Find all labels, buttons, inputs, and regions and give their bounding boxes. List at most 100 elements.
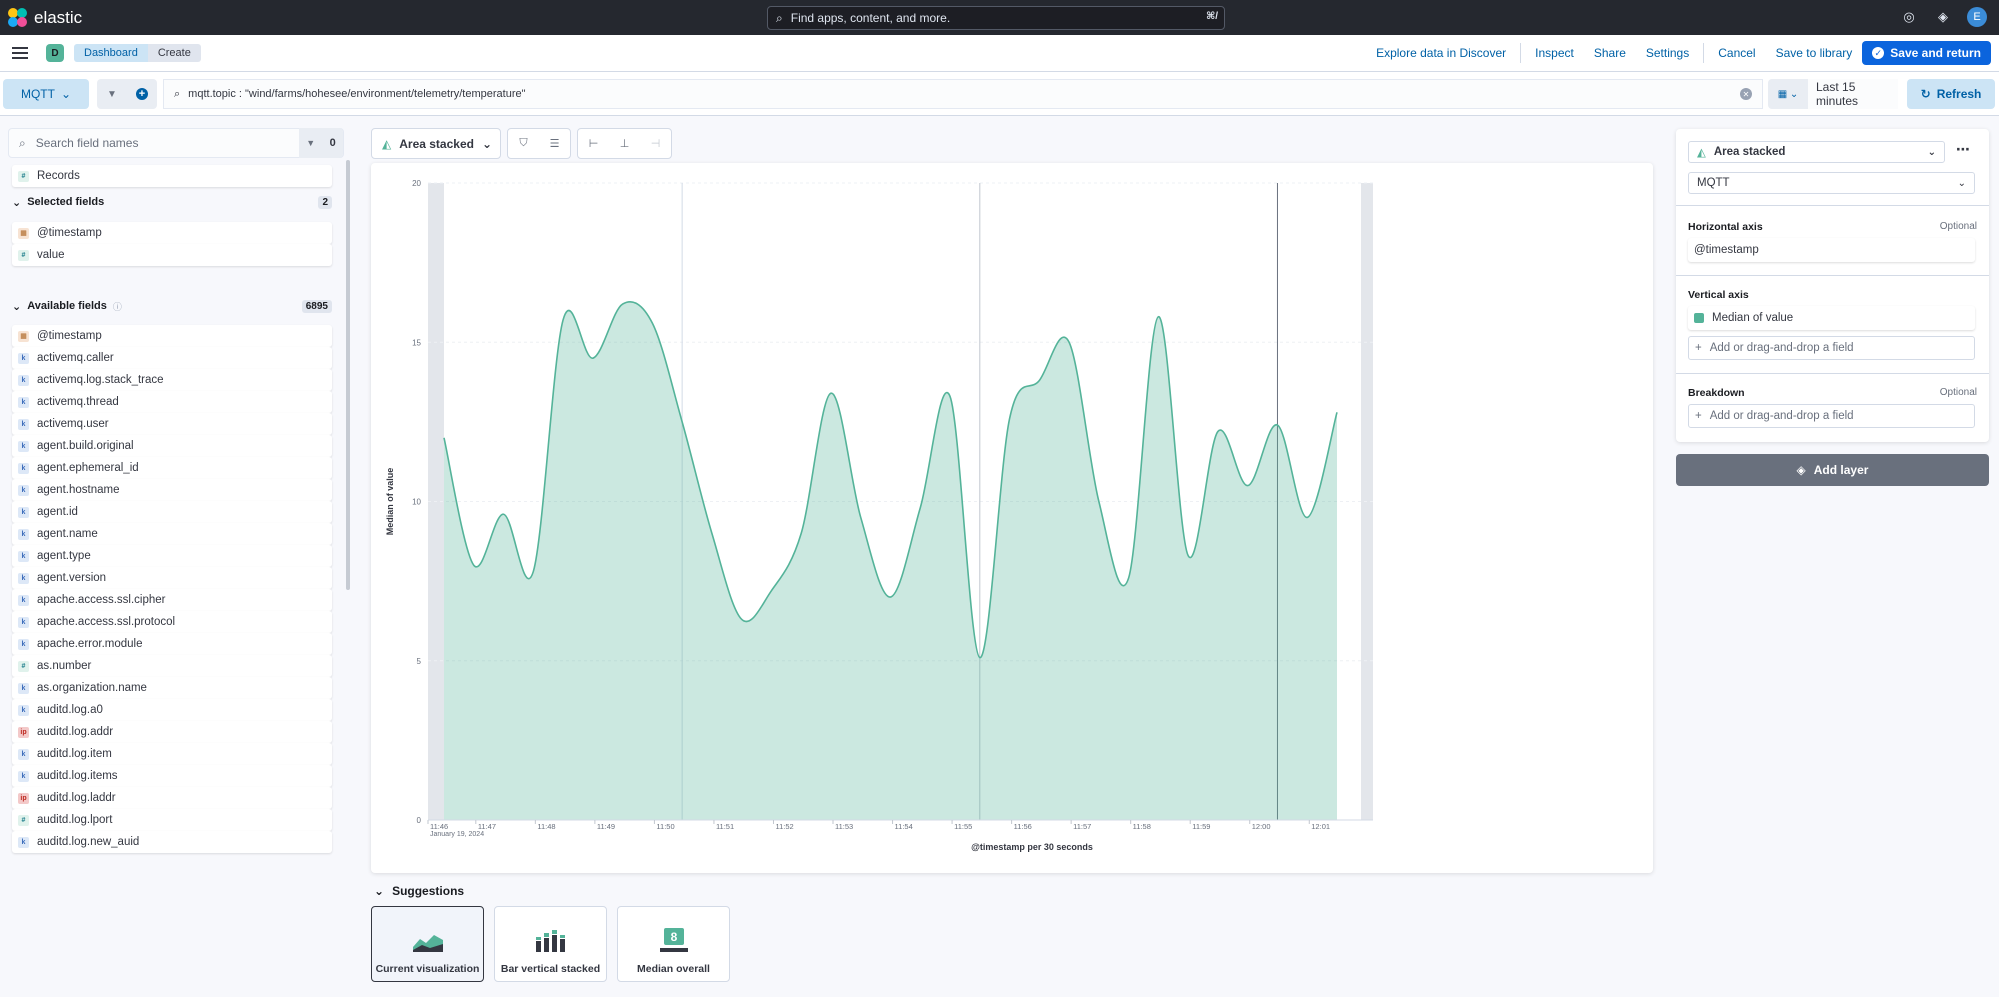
keyword-type-icon: k [18,638,29,650]
selected-count-badge: 2 [318,195,332,209]
user-avatar[interactable]: E [1967,7,1987,27]
global-header: elastic ⌕ Find apps, content, and more. … [0,0,1999,35]
field-item[interactable]: k agent.type [12,545,332,567]
metric-icon: 8 [659,928,688,952]
legend-icon[interactable]: ☰ [539,129,570,158]
query-bar: MQTT ⌄ ▼ + ⌕ mqtt.topic : "wind/farms/ho… [0,72,1999,116]
field-name: agent.id [37,506,78,518]
refresh-icon: ↻ [1920,87,1931,101]
field-item[interactable]: k activemq.thread [12,391,332,413]
suggestion-bar-stacked[interactable]: Bar vertical stacked [494,906,607,982]
field-name: activemq.user [37,418,109,430]
field-item-records[interactable]: # Records [12,165,332,187]
keyword-type-icon: k [18,682,29,694]
x-axis-title: @timestamp per 30 seconds [971,842,1093,852]
number-type-icon: # [18,170,29,182]
field-item[interactable]: k activemq.user [12,413,332,435]
horizontal-field-name: @timestamp [1694,244,1759,256]
field-item[interactable]: k agent.hostname [12,479,332,501]
area-chart[interactable]: 0 5 10 15 20 11:46 11:47 11:48 11:49 11:50 11:51 11… [371,163,1653,873]
menu-icon[interactable] [12,47,28,59]
vertical-add-field[interactable]: + Add or drag-and-drop a field [1688,336,1975,360]
field-item[interactable]: k agent.build.original [12,435,332,457]
field-item[interactable]: ▦ @timestamp [12,325,332,347]
save-and-return-label: Save and return [1890,46,1981,60]
elastic-logo[interactable]: elastic [8,7,82,28]
field-item[interactable]: ▦ @timestamp [12,222,332,244]
chevron-down-icon: ⌄ [374,884,385,898]
data-view-label: MQTT [20,87,55,101]
field-item[interactable]: k auditd.log.items [12,765,332,787]
suggestion-metric[interactable]: 8 Median overall [617,906,730,982]
left-axis-icon[interactable]: ⊢ [578,129,609,158]
field-name: activemq.log.stack_trace [37,374,164,386]
field-name: as.organization.name [37,682,147,694]
help-icon[interactable]: ◎ [1899,7,1919,27]
field-item[interactable]: ip auditd.log.laddr [12,787,332,809]
field-item[interactable]: k apache.access.ssl.protocol [12,611,332,633]
plus-icon: + [1695,342,1702,354]
explore-discover-link[interactable]: Explore data in Discover [1366,46,1516,60]
field-item[interactable]: # as.number [12,655,332,677]
field-list-scrollbar[interactable] [346,160,350,590]
available-fields-header[interactable]: ⌄ Available fields ⓘ 6895 [12,296,332,316]
cancel-button[interactable]: Cancel [1708,46,1765,60]
field-item[interactable]: k agent.ephemeral_id [12,457,332,479]
field-filter-button[interactable]: ▼ 0 [299,128,343,158]
settings-button[interactable]: Settings [1636,46,1699,60]
layer-chart-type-select[interactable]: ◭ Area stacked ⌄ [1688,141,1945,163]
field-filter-count: 0 [329,137,336,149]
field-item[interactable]: k activemq.caller [12,347,332,369]
add-layer-button[interactable]: ◈ Add layer [1676,454,1989,486]
area-chart-icon: ◭ [382,136,392,151]
clear-query-icon[interactable]: ✕ [1740,88,1752,100]
notifications-icon[interactable]: ◈ [1933,7,1953,27]
add-field-label: Add or drag-and-drop a field [1709,410,1854,422]
field-name: apache.error.module [37,638,143,650]
field-item[interactable]: k agent.id [12,501,332,523]
field-item[interactable]: k apache.access.ssl.cipher [12,589,332,611]
suggestion-current[interactable]: Current visualization [371,906,484,982]
chevron-down-icon: ⌄ [12,196,22,209]
save-and-return-button[interactable]: ✓ Save and return [1862,41,1991,65]
field-item[interactable]: k agent.version [12,567,332,589]
add-filter-button[interactable]: + [127,79,157,109]
query-input[interactable]: ⌕ mqtt.topic : "wind/farms/hohesee/envir… [163,79,1763,109]
vertical-axis-field[interactable]: Median of value [1688,306,1975,330]
selected-fields-header[interactable]: ⌄ Selected fields 2 [12,192,332,212]
field-item[interactable]: ip auditd.log.addr [12,721,332,743]
field-item[interactable]: k activemq.log.stack_trace [12,369,332,391]
field-name: activemq.thread [37,396,119,408]
field-item[interactable]: k apache.error.module [12,633,332,655]
field-item[interactable]: k auditd.log.a0 [12,699,332,721]
field-item[interactable]: k auditd.log.new_auid [12,831,332,853]
field-item[interactable]: # value [12,244,332,266]
refresh-button[interactable]: ↻ Refresh [1907,79,1995,109]
keyword-type-icon: k [18,704,29,716]
right-axis-icon[interactable]: ⊣ [640,129,671,158]
share-button[interactable]: Share [1584,46,1636,60]
layer-data-view-select[interactable]: MQTT ⌄ [1688,172,1975,194]
space-avatar[interactable]: D [46,44,64,62]
visual-options-icon[interactable]: ⛉ [508,129,539,158]
breakdown-add-field[interactable]: + Add or drag-and-drop a field [1688,404,1975,428]
field-item[interactable]: k agent.name [12,523,332,545]
field-item[interactable]: k as.organization.name [12,677,332,699]
chart-switcher[interactable]: ◭ Area stacked ⌄ [371,128,501,159]
breadcrumb-dashboard[interactable]: Dashboard [74,44,148,62]
field-item[interactable]: # auditd.log.lport [12,809,332,831]
date-quick-menu[interactable]: ▦ ⌄ [1768,79,1808,109]
horizontal-axis-field[interactable]: @timestamp [1688,238,1975,262]
filter-menu-button[interactable]: ▼ [97,79,127,109]
bottom-axis-icon[interactable]: ⊥ [609,129,640,158]
data-view-picker[interactable]: MQTT ⌄ [3,79,89,109]
date-range[interactable]: Last 15 minutes [1808,79,1898,109]
suggestions-header[interactable]: ⌄ Suggestions [374,884,464,898]
search-icon: ⌕ [19,135,26,150]
field-item[interactable]: k auditd.log.item [12,743,332,765]
global-search-input[interactable]: ⌕ Find apps, content, and more. ⌘/ [767,6,1225,30]
inspect-button[interactable]: Inspect [1525,46,1584,60]
field-search-input[interactable]: ⌕ Search field names ▼ 0 [8,128,344,158]
save-to-library-button[interactable]: Save to library [1766,46,1863,60]
layer-actions-icon[interactable]: ⋯ [1956,141,1970,158]
